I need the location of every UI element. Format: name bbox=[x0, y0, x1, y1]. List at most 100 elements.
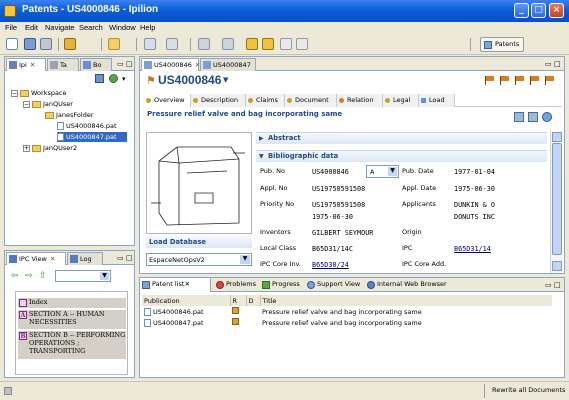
back-arrow-icon[interactable] bbox=[246, 38, 258, 50]
print-icon[interactable] bbox=[528, 112, 538, 122]
minimize-view-icon[interactable]: ▭ bbox=[117, 60, 124, 68]
scroll-down-button[interactable] bbox=[552, 261, 562, 271]
chevron-down-icon[interactable]: ▼ bbox=[223, 76, 228, 84]
menu-window[interactable]: Window bbox=[109, 23, 136, 32]
table-row[interactable]: US4000846.pat Pressure relief valve and … bbox=[142, 306, 552, 317]
subtab-description[interactable]: Description bbox=[191, 94, 246, 107]
subtab-claims[interactable]: Claims bbox=[246, 94, 285, 107]
tree-item-file-847[interactable]: US4000847.pat bbox=[57, 132, 127, 142]
sync-icon[interactable] bbox=[109, 74, 118, 83]
paste-icon[interactable] bbox=[166, 38, 178, 50]
expander-janquser2[interactable]: + bbox=[23, 145, 30, 152]
chevron-down-icon[interactable]: ▼ bbox=[100, 272, 109, 280]
save-icon[interactable] bbox=[24, 38, 36, 50]
flag-icon[interactable] bbox=[500, 76, 510, 85]
print-icon[interactable] bbox=[40, 38, 52, 50]
subtab-relation[interactable]: Relation bbox=[337, 94, 383, 107]
chevron-down-icon[interactable]: ▼ bbox=[388, 167, 397, 176]
back-icon[interactable] bbox=[280, 38, 292, 50]
minimize-view-icon[interactable]: ▭ bbox=[545, 281, 552, 289]
collapse-all-icon[interactable] bbox=[95, 74, 104, 83]
tree-item-janquser[interactable]: JanQUser bbox=[32, 99, 73, 109]
scroll-thumb[interactable] bbox=[552, 143, 562, 255]
open-folder-icon[interactable] bbox=[108, 38, 120, 50]
tab-ipi[interactable]: Ipi ✕ bbox=[6, 58, 46, 71]
arrow-left-icon[interactable]: ⇦ bbox=[11, 271, 19, 281]
subtab-load[interactable]: Load bbox=[419, 94, 455, 107]
tree-item-janquser2[interactable]: JanQUser2 bbox=[32, 143, 77, 153]
subtab-overview[interactable]: Overview bbox=[144, 94, 191, 107]
tab-support-view[interactable]: Support View bbox=[305, 278, 363, 292]
arrow-up-icon[interactable]: ⇧ bbox=[39, 271, 47, 281]
view-menu-icon[interactable]: ▾ bbox=[122, 75, 126, 83]
ipc-row-a[interactable]: A SECTION A -- HUMAN NECESSITIES bbox=[18, 310, 126, 329]
maximize-view-icon[interactable]: □ bbox=[126, 254, 133, 262]
subtab-legal[interactable]: Legal bbox=[383, 94, 419, 107]
tab-problems[interactable]: Problems bbox=[214, 278, 258, 292]
close-icon[interactable]: ✕ bbox=[50, 255, 55, 263]
tab-internal-web-browser[interactable]: Internal Web Browser bbox=[365, 278, 455, 292]
forward-arrow-icon[interactable] bbox=[262, 38, 274, 50]
flag-icon[interactable] bbox=[515, 76, 525, 85]
menu-search[interactable]: Search bbox=[79, 23, 103, 32]
ipc-combo[interactable]: ▼ bbox=[55, 270, 111, 282]
minimize-view-icon[interactable]: ▭ bbox=[545, 60, 552, 68]
editor-scrollbar[interactable] bbox=[550, 131, 562, 273]
scroll-up-button[interactable] bbox=[552, 132, 562, 142]
flag-icon[interactable] bbox=[545, 76, 555, 85]
maximize-view-icon[interactable]: □ bbox=[554, 60, 561, 68]
subtab-document[interactable]: Document bbox=[285, 94, 337, 107]
column-publication[interactable]: Publication bbox=[142, 295, 231, 306]
copy-icon[interactable] bbox=[144, 38, 156, 50]
globe-icon[interactable] bbox=[542, 112, 552, 122]
minimize-button[interactable]: _ bbox=[514, 3, 529, 18]
column-r[interactable]: R bbox=[230, 295, 247, 306]
new-icon[interactable] bbox=[6, 38, 18, 50]
maximize-view-icon[interactable]: □ bbox=[554, 281, 561, 289]
format-icon[interactable] bbox=[222, 38, 234, 50]
close-button[interactable]: × bbox=[549, 3, 564, 18]
maximize-button[interactable]: □ bbox=[531, 3, 546, 18]
ipc-core-inv-link[interactable]: B65D30/24 bbox=[312, 261, 349, 269]
close-icon[interactable]: ✕ bbox=[30, 61, 35, 69]
maximize-view-icon[interactable]: □ bbox=[126, 60, 133, 68]
bibliographic-section[interactable]: ▼ Bibliographic data bbox=[256, 150, 547, 162]
table-row[interactable]: US4000847.pat Pressure relief valve and … bbox=[142, 317, 552, 328]
menu-edit[interactable]: Edit bbox=[25, 23, 38, 32]
tab-ta[interactable]: Ta bbox=[47, 58, 79, 71]
tree-item-workspace[interactable]: Workspace bbox=[20, 88, 67, 98]
wizard-icon[interactable] bbox=[64, 38, 76, 50]
menu-help[interactable]: Help bbox=[140, 23, 155, 32]
ipc-row-index[interactable]: Index bbox=[18, 298, 126, 308]
forward-icon[interactable] bbox=[296, 38, 308, 50]
tab-bo[interactable]: Bo bbox=[80, 58, 112, 71]
abstract-section[interactable]: ▶ Abstract bbox=[256, 132, 547, 144]
ipc-link[interactable]: B65D31/14 bbox=[454, 245, 491, 253]
tree-item-janesfolder[interactable]: JanesFolder bbox=[45, 110, 94, 120]
tree-item-file-846[interactable]: US4000846.pat bbox=[57, 121, 117, 131]
tab-us4000846[interactable]: US4000846 ✕ bbox=[141, 58, 200, 71]
tab-us4000847[interactable]: US4000847 bbox=[200, 58, 256, 71]
export-icon[interactable] bbox=[514, 112, 524, 122]
minimize-view-icon[interactable]: ▭ bbox=[117, 254, 124, 262]
tab-progress[interactable]: Progress bbox=[260, 278, 304, 292]
close-icon[interactable]: ✕ bbox=[184, 280, 189, 288]
edit-icon[interactable] bbox=[198, 38, 210, 50]
tab-patent-list[interactable]: Patent list✕ bbox=[140, 278, 211, 292]
menu-file[interactable]: File bbox=[5, 23, 17, 32]
menu-navigate[interactable]: Navigate bbox=[45, 23, 75, 32]
chevron-down-icon[interactable]: ▼ bbox=[240, 255, 250, 264]
flag-icon[interactable] bbox=[530, 76, 540, 85]
expander-workspace[interactable]: − bbox=[11, 90, 18, 97]
ipc-list[interactable]: Index A SECTION A -- HUMAN NECESSITIES BS… bbox=[15, 291, 128, 375]
ipc-row-b[interactable]: B SECTION B -- PERFORMING OPERATIONS ; TR… bbox=[18, 331, 126, 359]
arrow-right-icon[interactable]: ⇨ bbox=[25, 271, 33, 281]
flag-icon[interactable] bbox=[485, 76, 495, 85]
expander-janquser[interactable]: − bbox=[23, 101, 30, 108]
column-title[interactable]: Title bbox=[260, 295, 552, 306]
load-database-select[interactable]: EspaceNetOpsV2 ▼ bbox=[146, 253, 252, 266]
pub-kind-select[interactable]: A ▼ bbox=[366, 165, 399, 178]
perspective-patents-button[interactable]: Patents bbox=[480, 37, 524, 52]
tab-log[interactable]: Log bbox=[67, 252, 103, 265]
column-d[interactable]: D bbox=[246, 295, 261, 306]
